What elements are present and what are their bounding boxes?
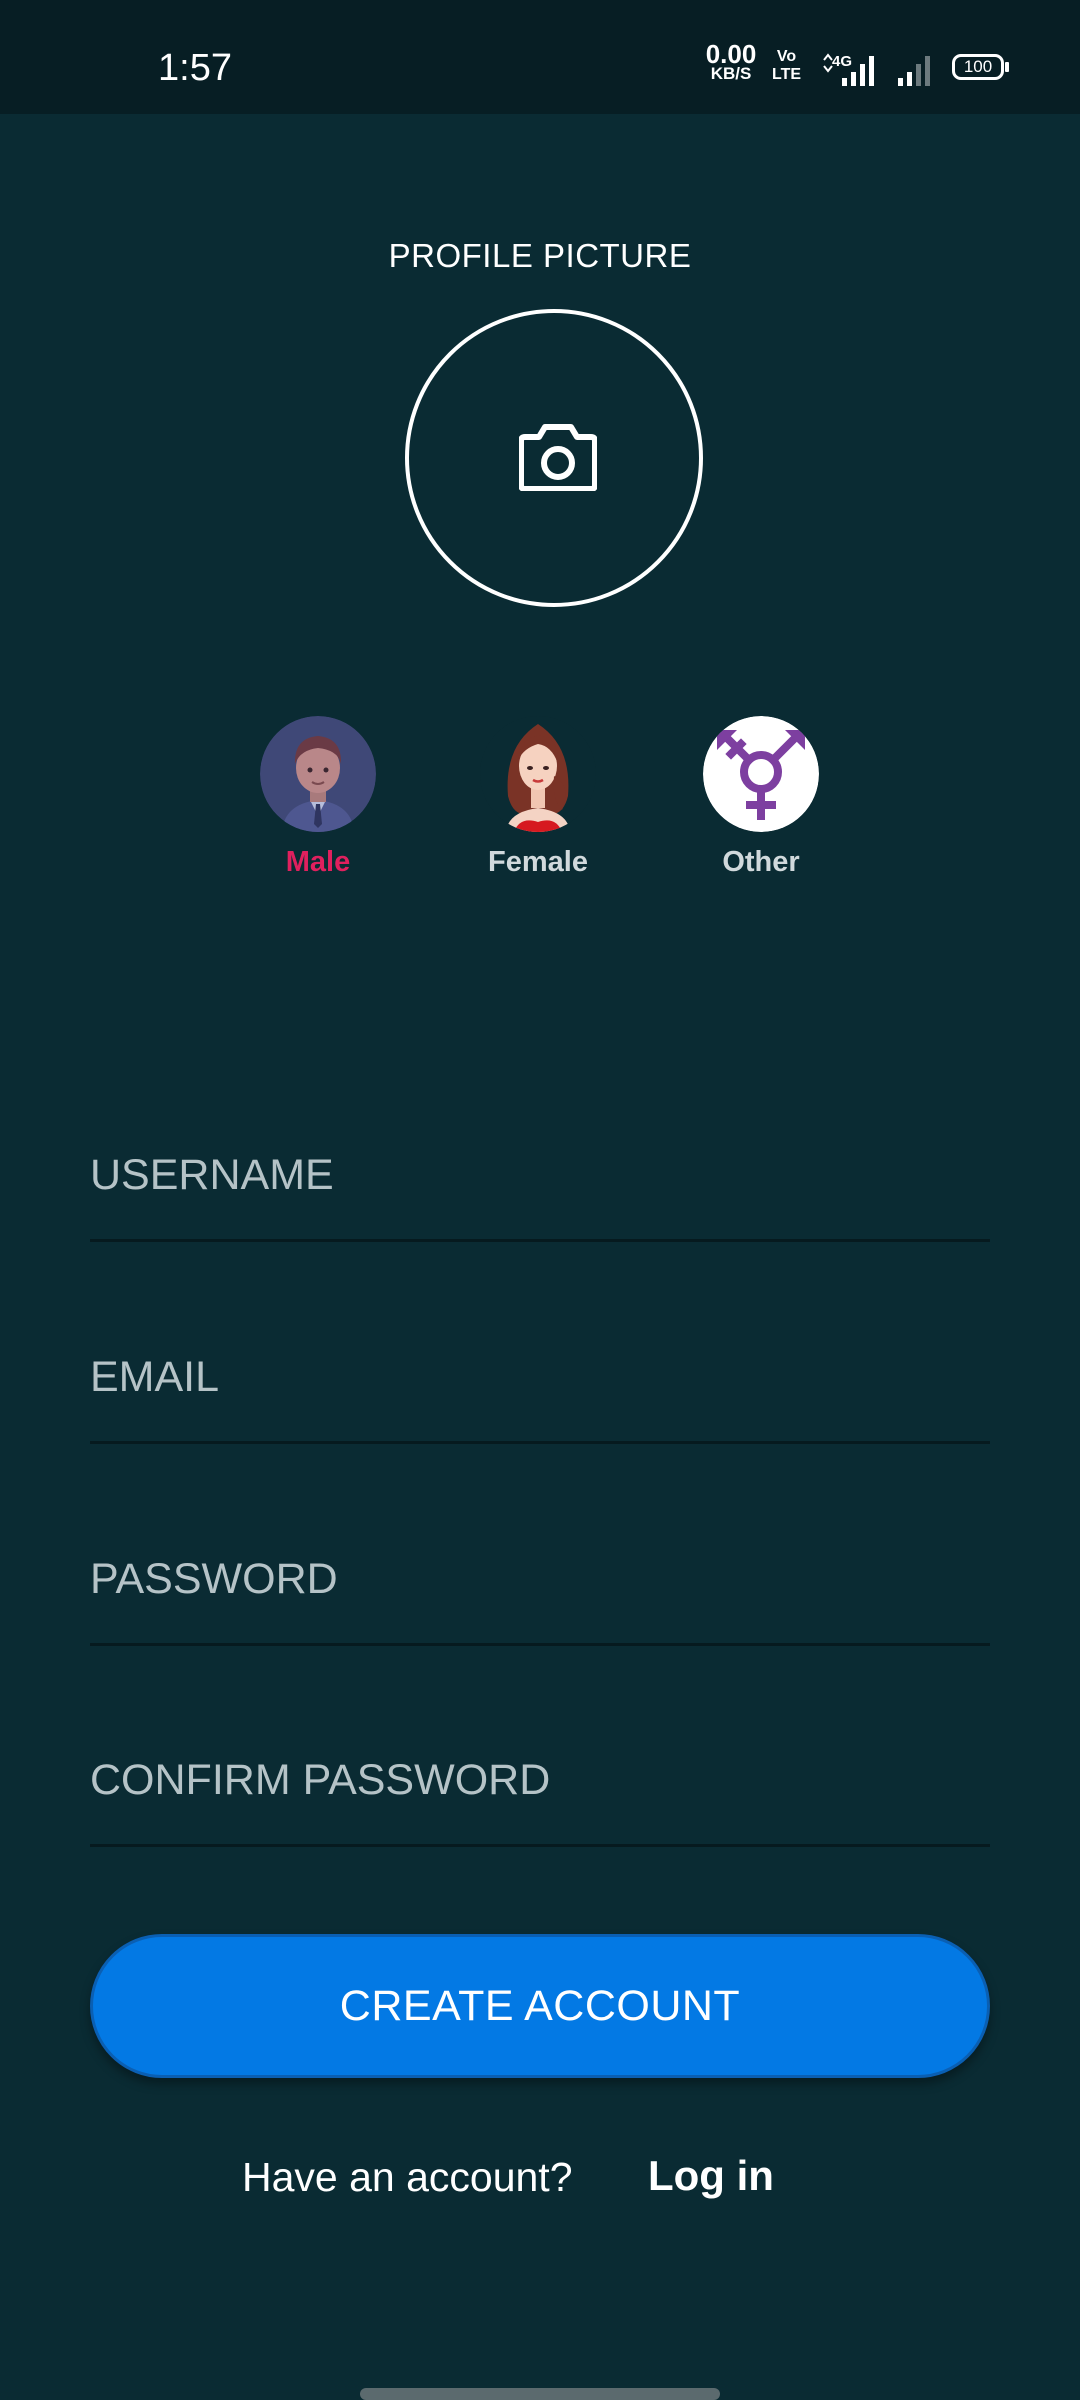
network-type: 4G [832, 53, 852, 70]
status-time: 1:57 [158, 47, 232, 89]
gender-option-female[interactable]: Female [458, 716, 618, 879]
username-input[interactable] [90, 1115, 990, 1235]
female-avatar-icon [480, 716, 596, 832]
gender-option-other[interactable]: Other [681, 716, 841, 879]
gender-label-male: Male [285, 846, 351, 878]
email-input[interactable] [90, 1317, 990, 1437]
signup-screen: 1:57 0.00 KB/S Vo LTE 4G 100 PROFILE PIC… [0, 0, 1080, 2400]
login-link[interactable]: Log in [648, 2152, 774, 2200]
volte-top: Vo [776, 48, 797, 65]
volte-indicator: Vo LTE [772, 48, 801, 84]
confirm-password-input[interactable] [90, 1720, 990, 1840]
have-account-prompt: Have an account? [242, 2154, 573, 2200]
battery-icon: 100 [952, 54, 1009, 80]
profile-picture-picker[interactable] [405, 309, 703, 607]
volte-bottom: LTE [772, 66, 802, 83]
gender-option-male[interactable]: Male [238, 716, 398, 879]
gender-label-female: Female [488, 846, 588, 878]
status-bar: 1:57 0.00 KB/S Vo LTE 4G 100 [0, 0, 1080, 114]
home-indicator[interactable] [360, 2388, 720, 2400]
gender-label-other: Other [722, 846, 800, 878]
password-input[interactable] [90, 1519, 990, 1639]
camera-icon [519, 424, 597, 491]
confirm-password-field-container [90, 1720, 990, 1847]
email-field-container [90, 1317, 990, 1444]
male-avatar-icon [260, 716, 376, 832]
username-field-container [90, 1115, 990, 1242]
network-speed-value: 0.00 [705, 39, 757, 69]
password-field-container [90, 1519, 990, 1646]
signal-icon: 4G [820, 50, 940, 95]
create-account-button[interactable]: CREATE ACCOUNT [90, 1934, 990, 2078]
transgender-symbol-icon [703, 716, 819, 832]
profile-picture-label: PROFILE PICTURE [388, 237, 692, 274]
network-speed: 0.00 KB/S [700, 39, 762, 84]
